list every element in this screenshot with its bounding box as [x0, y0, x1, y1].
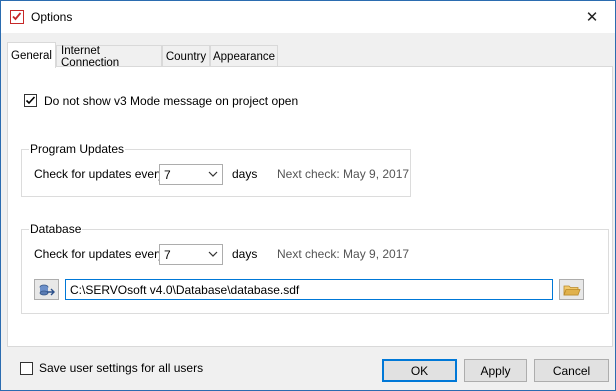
- checkmark-icon: [25, 96, 36, 105]
- close-icon: ✕: [585, 8, 599, 26]
- v3-message-label: Do not show v3 Mode message on project o…: [44, 94, 299, 108]
- general-panel: Do not show v3 Mode message on project o…: [7, 66, 613, 347]
- apply-button[interactable]: Apply: [464, 359, 527, 382]
- tab-appearance[interactable]: Appearance: [210, 45, 278, 67]
- database-interval-value: 7: [164, 248, 171, 262]
- options-dialog: Options ✕ General Internet Connection Co…: [0, 0, 616, 391]
- cancel-button[interactable]: Cancel: [534, 359, 609, 382]
- folder-icon: [562, 285, 581, 295]
- tab-general[interactable]: General: [7, 42, 56, 68]
- program-next-check: Next check: May 9, 2017: [277, 167, 410, 181]
- browse-database-button[interactable]: [559, 279, 584, 300]
- program-interval-value: 7: [164, 168, 171, 182]
- tab-internet-connection[interactable]: Internet Connection: [56, 45, 162, 69]
- program-updates-title: Program Updates: [29, 142, 126, 156]
- database-check-label: Check for updates every: [34, 247, 165, 261]
- window-title: Options: [31, 10, 73, 24]
- tab-country[interactable]: Country: [162, 45, 210, 67]
- program-unit-label: days: [232, 167, 258, 181]
- database-title: Database: [29, 222, 83, 236]
- save-all-users-label: Save user settings for all users: [39, 361, 204, 375]
- ok-button[interactable]: OK: [382, 359, 457, 382]
- program-check-label: Check for updates every: [34, 167, 165, 181]
- database-connect-icon: [39, 284, 55, 295]
- database-path-input[interactable]: [65, 279, 553, 300]
- database-interval-select[interactable]: 7: [159, 244, 223, 265]
- connect-database-button[interactable]: [34, 279, 59, 300]
- database-next-check: Next check: May 9, 2017: [277, 247, 410, 261]
- title-bar: Options ✕: [1, 1, 615, 33]
- database-group: Database Check for updates every 7 days …: [21, 222, 609, 314]
- save-all-users-checkbox[interactable]: [20, 362, 33, 375]
- close-button[interactable]: ✕: [569, 1, 615, 32]
- app-icon: [10, 10, 24, 24]
- v3-message-checkbox[interactable]: [24, 94, 37, 107]
- database-unit-label: days: [232, 247, 258, 261]
- program-interval-select[interactable]: 7: [159, 164, 223, 185]
- program-updates-group: Program Updates Check for updates every …: [21, 142, 411, 197]
- chevron-down-icon: [208, 251, 218, 257]
- chevron-down-icon: [208, 171, 218, 177]
